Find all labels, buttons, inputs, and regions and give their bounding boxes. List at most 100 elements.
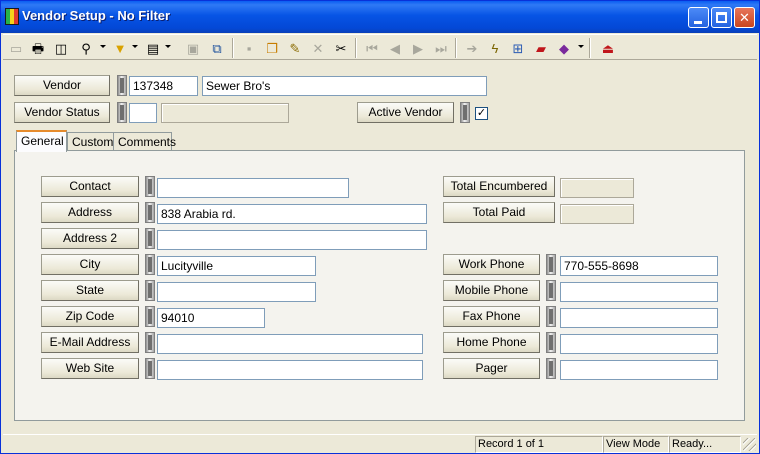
report-dropdown-icon[interactable] [165, 45, 171, 48]
vendor-name-field[interactable]: Sewer Bro's [202, 76, 487, 96]
cut-icon[interactable]: ✂ [331, 38, 351, 58]
home-phone-field[interactable] [560, 334, 718, 354]
address2-button[interactable]: Address 2 [41, 228, 139, 249]
record-position: Record 1 of 1 [475, 436, 603, 453]
pager-field[interactable] [560, 360, 718, 380]
mobile-phone-button[interactable]: Mobile Phone [443, 280, 540, 301]
save-icon[interactable]: ▪ [239, 38, 259, 58]
contact-field[interactable] [157, 178, 349, 198]
vendor-status-description [161, 103, 289, 123]
status-bar: Record 1 of 1 View Mode Ready... [3, 434, 757, 453]
pager-button[interactable]: Pager [443, 358, 540, 379]
total-paid-value [560, 204, 634, 224]
toolbar-separator [355, 38, 357, 58]
website-field[interactable] [157, 360, 423, 380]
email-field[interactable] [157, 334, 423, 354]
zip-code-button[interactable]: Zip Code [41, 306, 139, 327]
vendor-button[interactable]: Vendor [14, 75, 110, 96]
lightning-icon[interactable]: ϟ [485, 38, 505, 58]
filter-dropdown-icon[interactable] [132, 45, 138, 48]
contact-handle[interactable] [145, 176, 155, 197]
title-bar[interactable]: Vendor Setup - No Filter ✕ [1, 1, 759, 33]
mobile-phone-handle[interactable] [546, 280, 556, 301]
active-vendor-checkbox[interactable]: ✓ [475, 107, 488, 120]
view-mode-indicator: View Mode [603, 436, 669, 453]
toolbar: ▭ 🖶 ◫ ⚲ ▼ ▤ ▣ ⧉ ▪ ❐ ✎ ✕ ✂ ⏮ ◀ ▶ ⏭ ➔ ϟ ⊞ … [3, 34, 757, 60]
work-phone-button[interactable]: Work Phone [443, 254, 540, 275]
address2-field[interactable] [157, 230, 427, 250]
website-button[interactable]: Web Site [41, 358, 139, 379]
contact-button[interactable]: Contact [41, 176, 139, 197]
pager-handle[interactable] [546, 358, 556, 379]
tab-general[interactable]: General [16, 130, 67, 152]
work-phone-field[interactable]: 770-555-8698 [560, 256, 718, 276]
book-icon[interactable]: ◆ [554, 38, 574, 58]
new-record-icon[interactable]: ▭ [6, 38, 26, 58]
address-field[interactable]: 838 Arabia rd. [157, 204, 427, 224]
tab-comments[interactable]: Comments [113, 132, 176, 152]
fax-phone-field[interactable] [560, 308, 718, 328]
next-record-icon[interactable]: ▶ [408, 38, 428, 58]
close-icon: ✕ [739, 10, 750, 25]
home-phone-handle[interactable] [546, 332, 556, 353]
toolbar-separator [455, 38, 457, 58]
zip-code-field[interactable]: 94010 [157, 308, 265, 328]
search-dropdown-icon[interactable] [100, 45, 106, 48]
last-record-icon[interactable]: ⏭ [431, 38, 451, 58]
state-field[interactable] [157, 282, 316, 302]
state-handle[interactable] [145, 280, 155, 301]
vendor-id-field[interactable]: 137348 [129, 76, 198, 96]
address-button[interactable]: Address [41, 202, 139, 223]
ready-status: Ready... [669, 436, 741, 453]
page-icon[interactable]: ▣ [183, 38, 203, 58]
work-phone-handle[interactable] [546, 254, 556, 275]
mobile-phone-field[interactable] [560, 282, 718, 302]
go-to-icon[interactable]: ➔ [462, 38, 482, 58]
toolbar-separator [232, 38, 234, 58]
close-button[interactable]: ✕ [734, 7, 755, 28]
website-handle[interactable] [145, 358, 155, 379]
fax-phone-button[interactable]: Fax Phone [443, 306, 540, 327]
home-phone-button[interactable]: Home Phone [443, 332, 540, 353]
email-button[interactable]: E-Mail Address [41, 332, 139, 353]
vendor-field-handle[interactable] [117, 75, 127, 96]
vendor-status-button[interactable]: Vendor Status [14, 102, 110, 123]
print-icon[interactable]: 🖶 [28, 38, 48, 58]
city-handle[interactable] [145, 254, 155, 275]
copy-records-icon[interactable]: ❐ [262, 38, 282, 58]
delete-icon[interactable]: ✕ [308, 38, 328, 58]
export-icon[interactable]: ⧉ [207, 38, 227, 58]
minimize-button[interactable] [688, 7, 709, 28]
address2-handle[interactable] [145, 228, 155, 249]
zip-code-handle[interactable] [145, 306, 155, 327]
resize-grip-icon[interactable] [743, 438, 756, 451]
flag-icon[interactable]: ▰ [531, 38, 551, 58]
exit-icon[interactable]: ⏏ [598, 38, 618, 58]
total-paid-button[interactable]: Total Paid [443, 202, 555, 223]
vendor-status-code-field[interactable] [129, 103, 157, 123]
toolbar-separator [589, 38, 591, 58]
book-dropdown-icon[interactable] [578, 45, 584, 48]
status-field-handle[interactable] [117, 102, 127, 123]
edit-icon[interactable]: ✎ [285, 38, 305, 58]
city-button[interactable]: City [41, 254, 139, 275]
state-button[interactable]: State [41, 280, 139, 301]
address-handle[interactable] [145, 202, 155, 223]
email-handle[interactable] [145, 332, 155, 353]
print-preview-icon[interactable]: ◫ [51, 38, 71, 58]
total-encumbered-button[interactable]: Total Encumbered [443, 176, 555, 197]
filter-icon[interactable]: ▼ [110, 38, 130, 58]
fax-phone-handle[interactable] [546, 306, 556, 327]
city-field[interactable]: Lucityville [157, 256, 316, 276]
active-vendor-button[interactable]: Active Vendor [357, 102, 454, 123]
first-record-icon[interactable]: ⏮ [362, 38, 382, 58]
vendor-setup-window: Vendor Setup - No Filter ✕ ▭ 🖶 ◫ ⚲ ▼ ▤ ▣… [0, 0, 760, 454]
window-title: Vendor Setup - No Filter [22, 8, 171, 23]
diagram-icon[interactable]: ⊞ [508, 38, 528, 58]
previous-record-icon[interactable]: ◀ [385, 38, 405, 58]
maximize-button[interactable] [711, 7, 732, 28]
report-icon[interactable]: ▤ [143, 38, 163, 58]
search-icon[interactable]: ⚲ [76, 38, 96, 58]
minimize-icon [694, 21, 702, 24]
active-field-handle[interactable] [460, 102, 470, 123]
